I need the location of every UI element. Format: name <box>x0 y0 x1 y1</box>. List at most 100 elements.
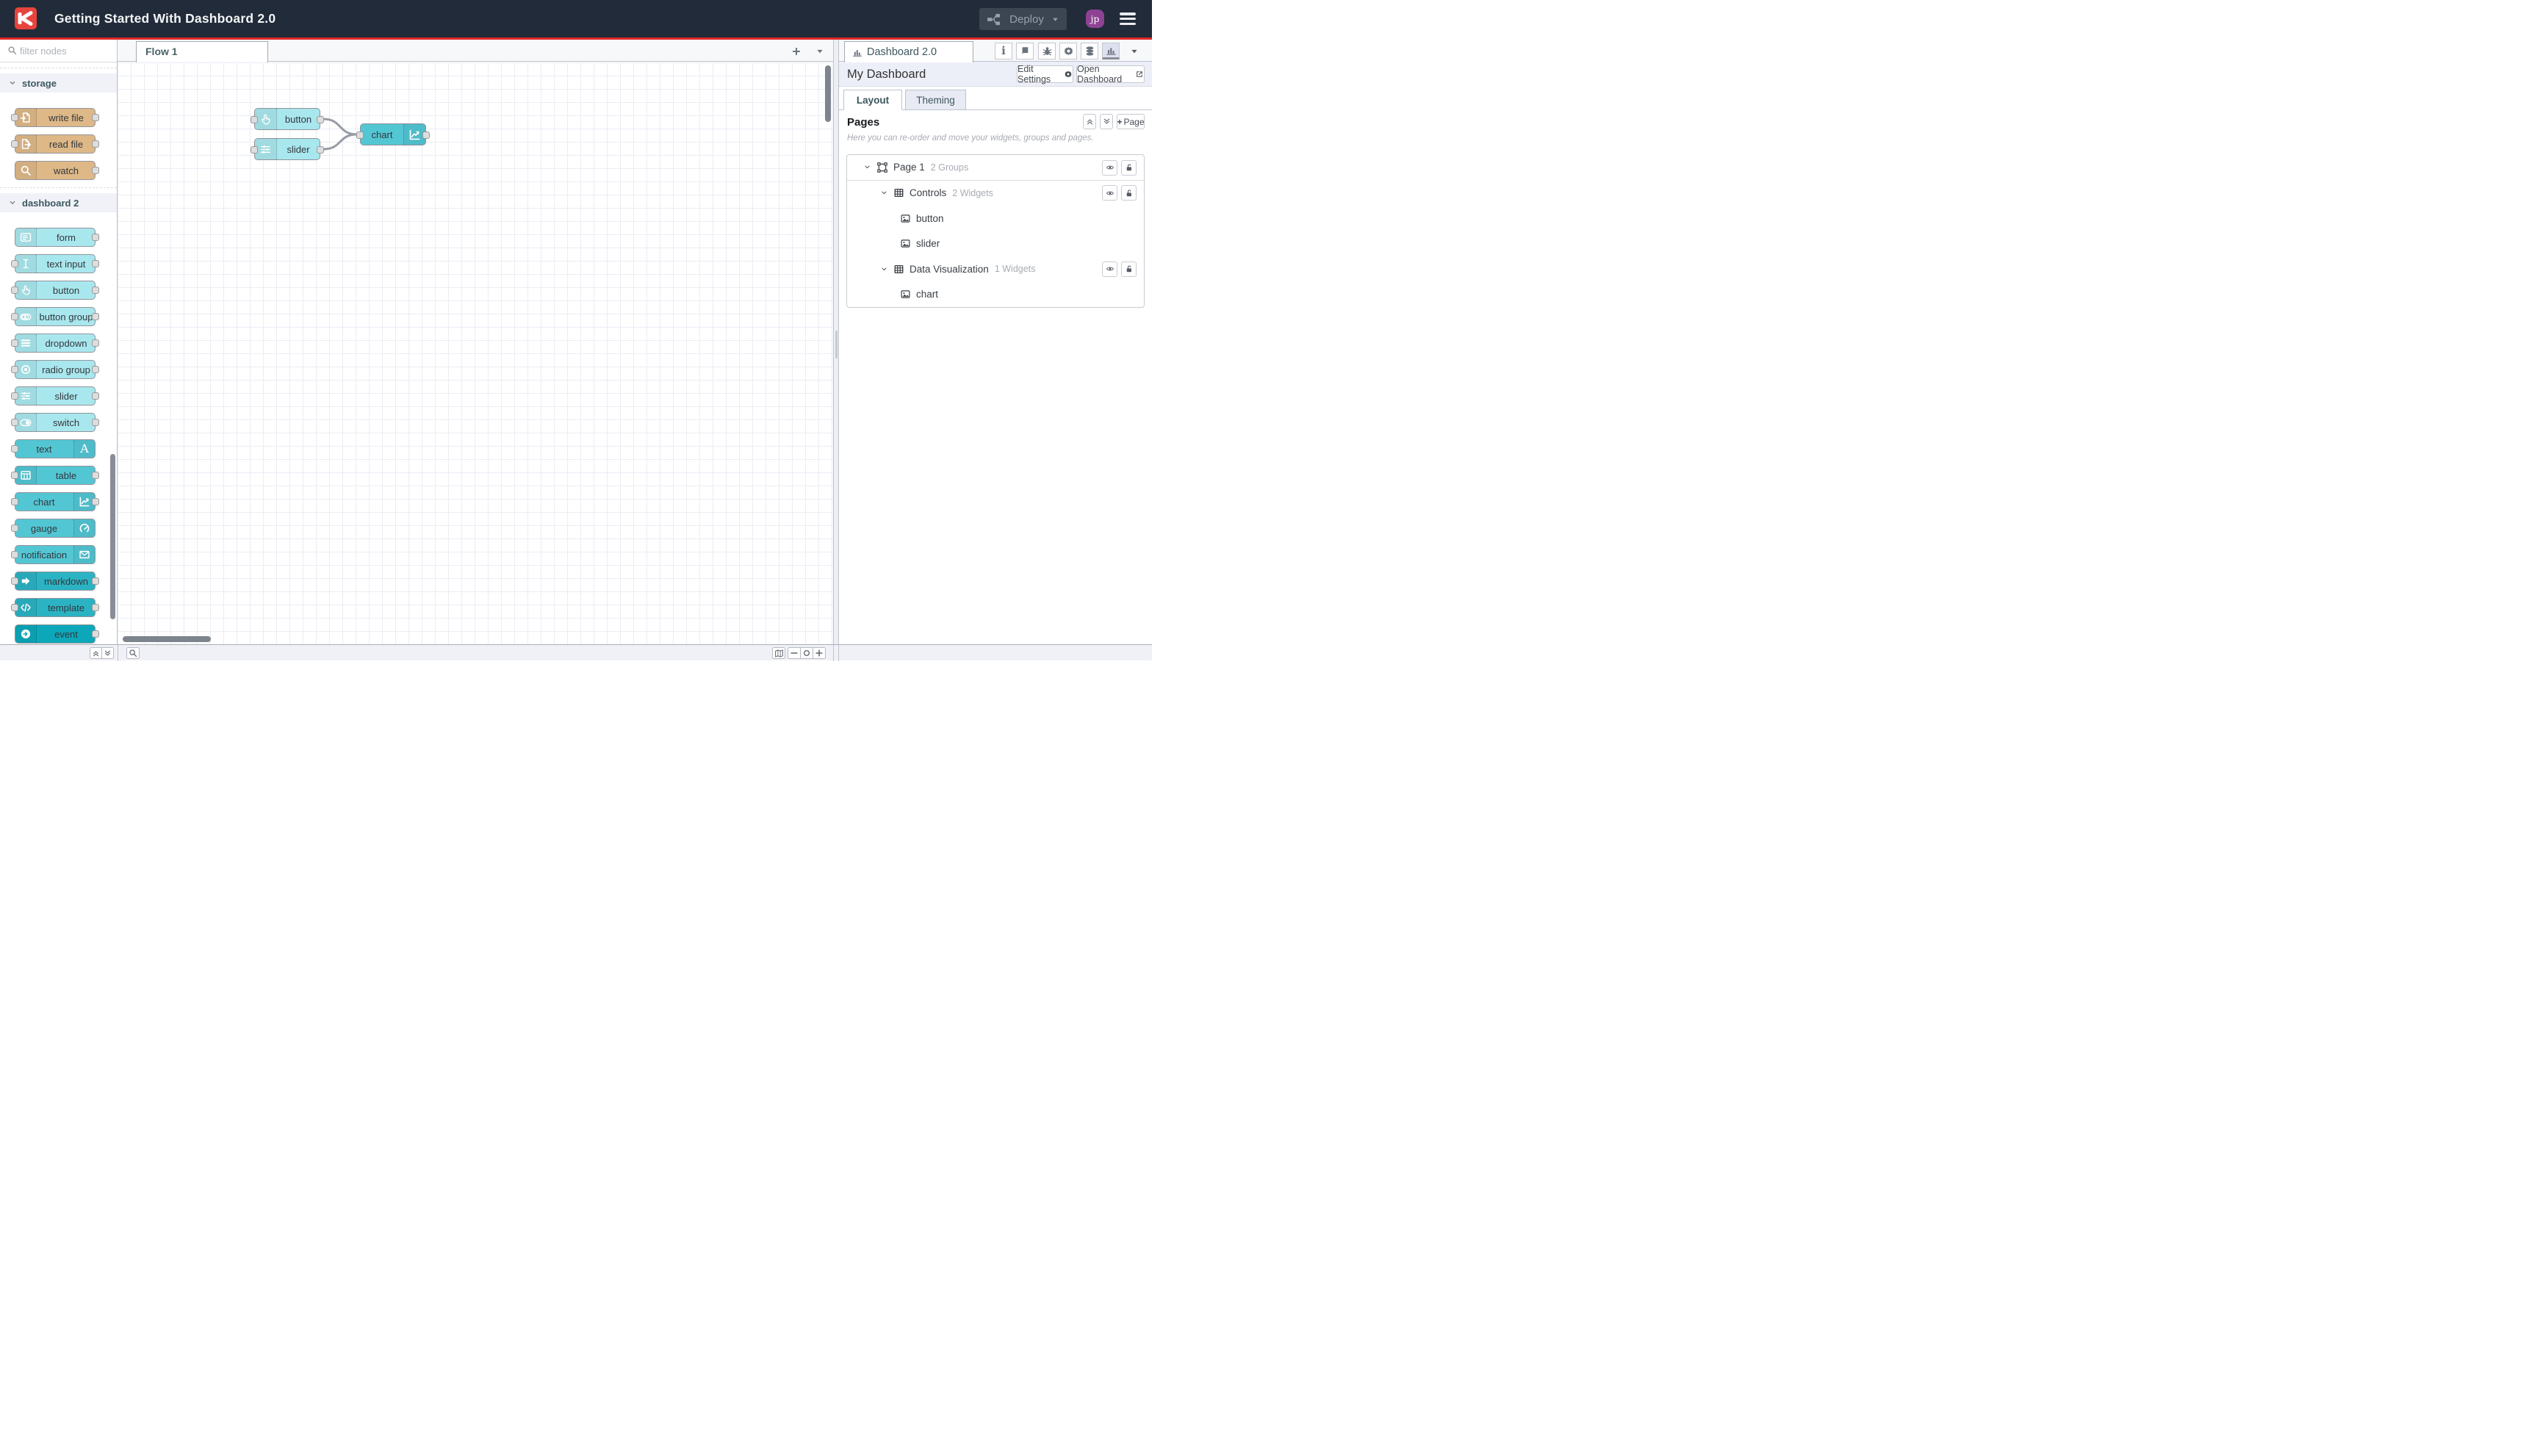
output-port[interactable] <box>92 630 99 638</box>
sidebar-tool-book-icon[interactable] <box>1016 43 1034 60</box>
node-chart[interactable]: chart <box>11 492 99 511</box>
input-port[interactable] <box>11 498 18 505</box>
output-port[interactable] <box>92 140 99 148</box>
node-text-input[interactable]: text input <box>11 254 99 273</box>
chevron-down-icon[interactable] <box>880 265 888 273</box>
navigator-map-button[interactable] <box>772 647 785 659</box>
node-chart[interactable]: chart <box>356 123 430 145</box>
node-text[interactable]: Atext <box>11 439 96 458</box>
tab-layout[interactable]: Layout <box>843 90 902 110</box>
input-port[interactable] <box>356 131 364 139</box>
tree-row-widget-slider[interactable]: slider <box>847 231 1144 257</box>
tree-row-widget-button[interactable]: button <box>847 206 1144 231</box>
filter-nodes-input[interactable] <box>20 41 112 60</box>
node-dropdown[interactable]: dropdown <box>11 334 99 353</box>
tree-row-widget-chart[interactable]: chart <box>847 282 1144 308</box>
move-page-down-button[interactable] <box>1100 114 1113 129</box>
input-port[interactable] <box>11 445 18 453</box>
node-markdown[interactable]: markdown <box>11 572 99 591</box>
open-dashboard-button[interactable]: Open Dashboard <box>1076 64 1145 84</box>
canvas-horizontal-scrollbar[interactable] <box>123 636 211 642</box>
wire-slider-to-chart[interactable] <box>323 133 358 151</box>
lock-toggle-button[interactable] <box>1121 185 1137 201</box>
input-port[interactable] <box>11 577 18 585</box>
input-port[interactable] <box>11 114 18 121</box>
zoom-reset-button[interactable] <box>800 647 813 659</box>
input-port[interactable] <box>11 260 18 267</box>
sidebar-tool-database-icon[interactable] <box>1081 43 1098 60</box>
node-button[interactable]: button <box>11 281 99 300</box>
input-port[interactable] <box>251 116 258 123</box>
tree-row-page-1[interactable]: Page 1 2 Groups <box>847 155 1144 181</box>
node-table[interactable]: table <box>11 466 99 485</box>
output-port[interactable] <box>92 286 99 294</box>
input-port[interactable] <box>11 339 18 347</box>
input-port[interactable] <box>11 286 18 294</box>
output-port[interactable] <box>422 131 430 139</box>
node-watch[interactable]: watch <box>15 161 99 180</box>
node-write-file[interactable]: write file <box>11 108 99 127</box>
node-form[interactable]: form <box>15 228 99 247</box>
main-menu-button[interactable] <box>1120 12 1136 25</box>
flow-list-caret-icon[interactable] <box>813 44 827 59</box>
edit-settings-button[interactable]: Edit Settings <box>1017 64 1073 84</box>
visibility-toggle-button[interactable] <box>1102 185 1117 201</box>
node-notification[interactable]: notification <box>11 545 96 564</box>
wire-button-to-chart[interactable] <box>323 118 358 136</box>
output-port[interactable] <box>317 146 324 154</box>
output-port[interactable] <box>92 167 99 174</box>
tree-row-group-Data-Visualization[interactable]: Data Visualization 1 Widgets <box>847 256 1144 282</box>
sidebar-menu-caret-icon[interactable] <box>1130 47 1139 56</box>
input-port[interactable] <box>11 140 18 148</box>
add-page-button[interactable]: + Page <box>1117 114 1145 129</box>
output-port[interactable] <box>92 366 99 373</box>
input-port[interactable] <box>251 146 258 154</box>
resize-grip[interactable] <box>835 331 838 358</box>
sidebar-tool-gear-icon[interactable] <box>1059 43 1077 60</box>
visibility-toggle-button[interactable] <box>1102 261 1117 277</box>
canvas-vertical-scrollbar[interactable] <box>825 65 831 122</box>
node-template[interactable]: template <box>11 598 99 617</box>
node-gauge[interactable]: gauge <box>11 519 96 538</box>
input-port[interactable] <box>11 551 18 558</box>
output-port[interactable] <box>92 577 99 585</box>
palette-category-storage[interactable]: storage <box>0 73 117 93</box>
workspace-grid[interactable]: button slider chart <box>118 62 833 644</box>
output-port[interactable] <box>92 498 99 505</box>
lock-toggle-button[interactable] <box>1121 159 1137 176</box>
add-flow-button[interactable] <box>789 44 804 59</box>
output-port[interactable] <box>92 313 99 320</box>
input-port[interactable] <box>11 604 18 611</box>
sidebar-tool-info-icon[interactable]: i <box>995 43 1012 60</box>
tab-flow-1[interactable]: Flow 1 <box>136 41 268 62</box>
output-port[interactable] <box>92 419 99 426</box>
visibility-toggle-button[interactable] <box>1102 159 1117 176</box>
deploy-button[interactable]: Deploy <box>979 8 1067 30</box>
node-switch[interactable]: switch <box>11 413 99 432</box>
output-port[interactable] <box>92 234 99 241</box>
chevron-down-icon[interactable] <box>863 163 871 171</box>
input-port[interactable] <box>11 366 18 373</box>
output-port[interactable] <box>317 116 324 123</box>
output-port[interactable] <box>92 392 99 400</box>
input-port[interactable] <box>11 419 18 426</box>
palette-scrollbar[interactable] <box>110 454 115 619</box>
zoom-out-button[interactable] <box>788 647 801 659</box>
tab-dashboard-2[interactable]: Dashboard 2.0 <box>844 41 973 62</box>
lock-toggle-button[interactable] <box>1121 261 1137 277</box>
node-radio-group[interactable]: radio group <box>11 360 99 379</box>
node-event[interactable]: event <box>15 624 99 644</box>
palette-collapse-all-button[interactable] <box>90 647 102 659</box>
search-flows-button[interactable] <box>126 647 140 659</box>
sidebar-tool-bug-icon[interactable] <box>1038 43 1056 60</box>
node-button-group[interactable]: button group <box>11 307 99 326</box>
palette-category-dashboard-2[interactable]: dashboard 2 <box>0 193 117 212</box>
node-slider[interactable]: slider <box>11 386 99 406</box>
node-red-logo-icon[interactable] <box>15 7 37 29</box>
input-port[interactable] <box>11 392 18 400</box>
tree-row-group-Controls[interactable]: Controls 2 Widgets <box>847 181 1144 206</box>
sidebar-resize-handle[interactable] <box>833 40 839 644</box>
deploy-caret-icon[interactable] <box>1051 15 1059 24</box>
input-port[interactable] <box>11 472 18 479</box>
node-button[interactable]: button <box>251 108 324 130</box>
